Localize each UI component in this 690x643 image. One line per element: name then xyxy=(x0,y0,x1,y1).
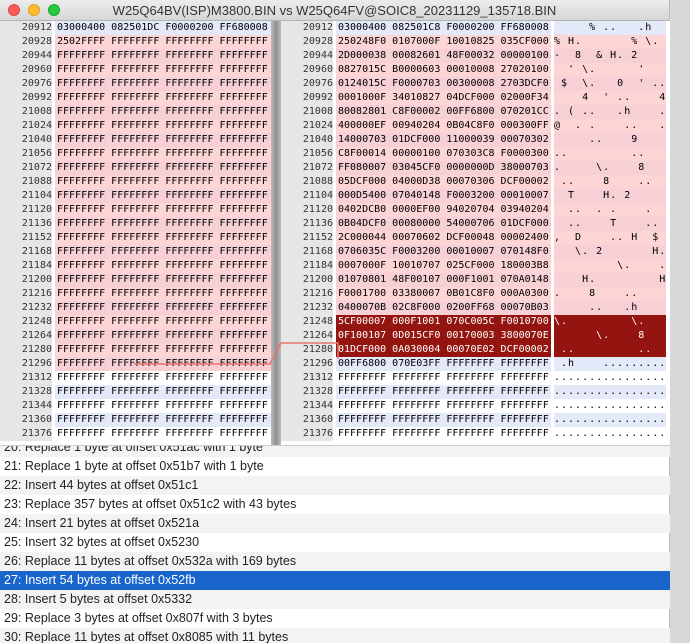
difference-item[interactable]: 20: Replace 1 byte at offset 0x51ac with… xyxy=(0,446,670,457)
zoom-button[interactable] xyxy=(48,4,60,16)
difference-item[interactable]: 23: Replace 357 bytes at offset 0x51c2 w… xyxy=(0,495,670,514)
difference-item[interactable]: 30: Replace 11 bytes at offset 0x8085 wi… xyxy=(0,628,670,643)
difference-item[interactable]: 28: Insert 5 bytes at offset 0x5332 xyxy=(0,590,670,609)
close-button[interactable] xyxy=(8,4,20,16)
difference-item[interactable]: 22: Insert 44 bytes at offset 0x51c1 xyxy=(0,476,670,495)
difference-item[interactable]: 27: Insert 54 bytes at offset 0x52fb xyxy=(0,571,670,590)
minimize-button[interactable] xyxy=(28,4,40,16)
differences-list[interactable]: 20: Replace 1 byte at offset 0x51ac with… xyxy=(0,445,670,643)
hex-compare-window: W25Q64BV(ISP)M3800.BIN vs W25Q64FV@SOIC8… xyxy=(0,0,670,643)
hex-compare-area: 20912 03000400 082501DC F0000200 FF680008… xyxy=(0,21,670,445)
title-bar: W25Q64BV(ISP)M3800.BIN vs W25Q64FV@SOIC8… xyxy=(0,0,669,21)
difference-item[interactable]: 26: Replace 11 bytes at offset 0x532a wi… xyxy=(0,552,670,571)
difference-item[interactable]: 21: Replace 1 byte at offset 0x51b7 with… xyxy=(0,457,670,476)
window-title: W25Q64BV(ISP)M3800.BIN vs W25Q64FV@SOIC8… xyxy=(112,3,557,18)
difference-item[interactable]: 25: Insert 32 bytes at offset 0x5230 xyxy=(0,533,670,552)
difference-item[interactable]: 29: Replace 3 bytes at offset 0x807f wit… xyxy=(0,609,670,628)
difference-item[interactable]: 24: Insert 21 bytes at offset 0x521a xyxy=(0,514,670,533)
diff-connector-line xyxy=(134,342,339,365)
